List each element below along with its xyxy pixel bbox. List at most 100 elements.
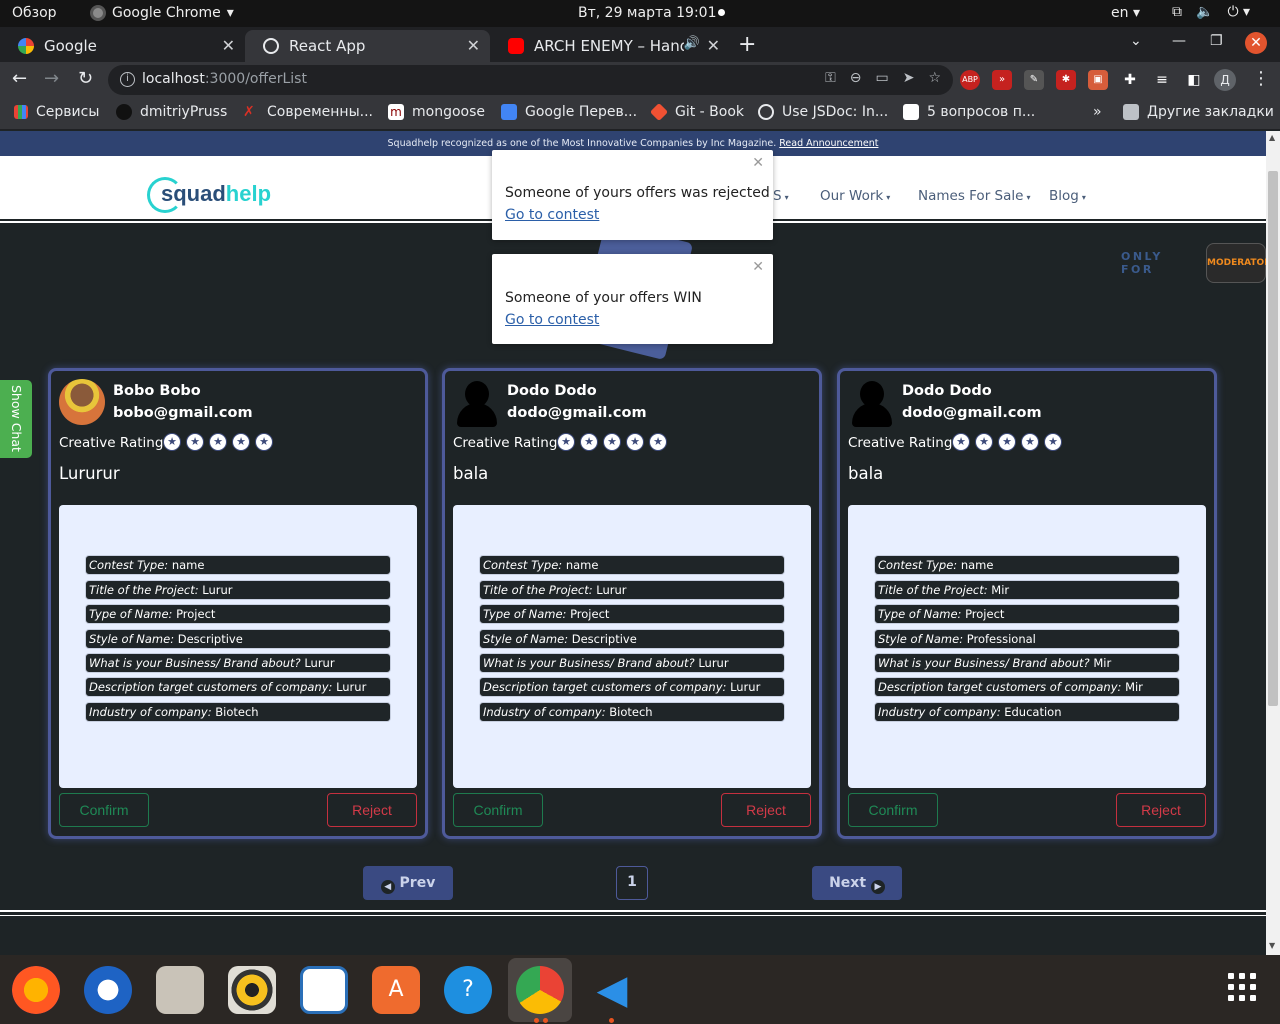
close-icon[interactable]: ✕ bbox=[707, 36, 720, 55]
clock[interactable]: Вт, 29 марта 19:01 bbox=[578, 5, 716, 21]
fast-forward-icon[interactable]: » bbox=[992, 70, 1012, 90]
nav-item-contests[interactable]: S ▾ bbox=[773, 188, 789, 204]
audio-playing-icon[interactable]: 🔊 bbox=[684, 36, 700, 51]
thunderbird-icon[interactable] bbox=[84, 966, 132, 1014]
tab-react-app[interactable]: React App ✕ bbox=[245, 30, 490, 62]
page-scrollbar[interactable]: ▲ ▼ bbox=[1266, 131, 1280, 955]
rating-stars[interactable]: ★ ★ ★ ★ ★ bbox=[557, 433, 667, 451]
info-icon[interactable]: i bbox=[120, 72, 135, 87]
tab-youtube[interactable]: ARCH ENEMY – Hands 🔊 ✕ bbox=[490, 30, 730, 62]
url-text[interactable]: localhost:3000/offerList bbox=[142, 71, 307, 87]
bookmark-mongoose[interactable]: m mongoose bbox=[388, 104, 485, 120]
bookmark-translate[interactable]: Google Перев... bbox=[501, 104, 637, 120]
close-icon[interactable]: ✕ bbox=[222, 36, 235, 55]
scrollbar-thumb[interactable] bbox=[1268, 171, 1278, 706]
star-icon[interactable]: ★ bbox=[580, 433, 598, 451]
star-icon[interactable]: ★ bbox=[1021, 433, 1039, 451]
star-icon[interactable]: ★ bbox=[255, 433, 273, 451]
confirm-button[interactable]: Confirm bbox=[59, 793, 149, 827]
close-icon[interactable]: ✕ bbox=[752, 259, 764, 275]
help-icon[interactable]: ? bbox=[444, 966, 492, 1014]
star-icon[interactable]: ★ bbox=[186, 433, 204, 451]
confirm-button[interactable]: Confirm bbox=[453, 793, 543, 827]
star-icon[interactable]: ★ bbox=[163, 433, 181, 451]
adblock-icon[interactable]: ABP bbox=[960, 70, 980, 90]
puzzle-icon[interactable]: ✚ bbox=[1120, 70, 1140, 90]
send-icon[interactable]: ➤ bbox=[903, 70, 915, 86]
zoom-icon[interactable]: ⊖ bbox=[850, 70, 862, 86]
new-tab-button[interactable]: + bbox=[738, 32, 756, 57]
media-icon[interactable]: ≡ bbox=[1152, 70, 1172, 90]
reload-button[interactable]: ↻ bbox=[78, 68, 93, 89]
star-icon[interactable]: ★ bbox=[557, 433, 575, 451]
star-icon[interactable]: ★ bbox=[232, 433, 250, 451]
go-to-contest-link[interactable]: Go to contest bbox=[505, 207, 599, 223]
sidepanel-icon[interactable]: ◧ bbox=[1184, 70, 1204, 90]
go-to-contest-link[interactable]: Go to contest bbox=[505, 312, 599, 328]
star-icon[interactable]: ★ bbox=[626, 433, 644, 451]
star-icon[interactable]: ★ bbox=[603, 433, 621, 451]
announcement-link[interactable]: Read Announcement bbox=[779, 138, 878, 149]
back-button[interactable]: ← bbox=[12, 68, 27, 89]
show-apps-icon[interactable] bbox=[1228, 973, 1256, 1001]
pen-icon[interactable]: ✎ bbox=[1024, 70, 1044, 90]
bug-icon[interactable]: ✱ bbox=[1056, 70, 1076, 90]
bookmark-apps[interactable]: Сервисы bbox=[14, 104, 99, 120]
profile-avatar[interactable]: Д bbox=[1214, 69, 1236, 91]
bookmark-other[interactable]: Другие закладки bbox=[1123, 104, 1274, 120]
star-icon[interactable]: ★ bbox=[998, 433, 1016, 451]
next-button[interactable]: Next ▶ bbox=[812, 866, 902, 900]
minimize-button[interactable]: — bbox=[1172, 33, 1186, 49]
nav-item-names-for-sale[interactable]: Names For Sale ▾ bbox=[918, 188, 1030, 204]
close-icon[interactable]: ✕ bbox=[467, 36, 480, 55]
writer-icon[interactable] bbox=[300, 966, 348, 1014]
nav-item-blog[interactable]: Blog ▾ bbox=[1049, 188, 1086, 204]
nav-item-our-work[interactable]: Our Work ▾ bbox=[820, 188, 890, 204]
reject-button[interactable]: Reject bbox=[721, 793, 811, 827]
star-icon[interactable]: ★ bbox=[952, 433, 970, 451]
bookmark-questions[interactable]: 5 вопросов п... bbox=[903, 104, 1035, 120]
rating-stars[interactable]: ★ ★ ★ ★ ★ bbox=[163, 433, 273, 451]
forward-button[interactable]: → bbox=[44, 68, 59, 89]
chrome-icon[interactable] bbox=[516, 966, 564, 1014]
card-icon[interactable]: ▭ bbox=[875, 70, 888, 86]
close-window-button[interactable]: ✕ bbox=[1245, 32, 1267, 54]
address-bar[interactable]: i localhost:3000/offerList ⚿ ⊖ ▭ ➤ ☆ bbox=[108, 65, 953, 95]
extension-icon[interactable]: ▣ bbox=[1088, 70, 1108, 90]
firefox-icon[interactable] bbox=[12, 966, 60, 1014]
bookmark-modern[interactable]: ✗ Современны... bbox=[243, 104, 373, 120]
language-indicator[interactable]: en ▾ bbox=[1111, 5, 1140, 21]
maximize-button[interactable]: ❐ bbox=[1210, 33, 1223, 49]
star-icon[interactable]: ★ bbox=[209, 433, 227, 451]
star-icon[interactable]: ★ bbox=[649, 433, 667, 451]
reject-button[interactable]: Reject bbox=[327, 793, 417, 827]
more-menu-icon[interactable]: ⋮ bbox=[1252, 68, 1270, 89]
show-chat-button[interactable]: Show Chat bbox=[0, 380, 32, 458]
vscode-icon[interactable]: ◀ bbox=[588, 966, 636, 1014]
app-menu[interactable]: Google Chrome ▾ bbox=[90, 5, 234, 21]
app-store-icon[interactable]: A bbox=[372, 966, 420, 1014]
key-icon[interactable]: ⚿ bbox=[825, 70, 836, 86]
page-number[interactable]: 1 bbox=[616, 866, 648, 900]
rating-stars[interactable]: ★ ★ ★ ★ ★ bbox=[952, 433, 1062, 451]
star-icon[interactable]: ☆ bbox=[928, 70, 941, 86]
activities-button[interactable]: Обзор bbox=[12, 5, 57, 21]
system-tray[interactable]: ⧉ 🔈 ⏻ ▾ bbox=[1172, 4, 1250, 20]
tab-google[interactable]: Google ✕ bbox=[0, 30, 245, 62]
files-icon[interactable] bbox=[156, 966, 204, 1014]
prev-button[interactable]: ◀ Prev bbox=[363, 866, 453, 900]
reject-button[interactable]: Reject bbox=[1116, 793, 1206, 827]
bookmark-gitbook[interactable]: Git - Book bbox=[649, 102, 744, 122]
squadhelp-logo[interactable]: squad help bbox=[147, 173, 271, 215]
scroll-up-icon[interactable]: ▲ bbox=[1269, 133, 1275, 142]
scroll-down-icon[interactable]: ▼ bbox=[1269, 941, 1275, 950]
rhythmbox-icon[interactable] bbox=[228, 966, 276, 1014]
bookmark-github[interactable]: dmitriyPruss bbox=[116, 104, 227, 120]
tab-search-icon[interactable]: ⌄ bbox=[1130, 33, 1142, 49]
bookmarks-overflow[interactable]: » bbox=[1093, 104, 1102, 120]
confirm-button[interactable]: Confirm bbox=[848, 793, 938, 827]
close-icon[interactable]: ✕ bbox=[752, 155, 764, 171]
star-icon[interactable]: ★ bbox=[975, 433, 993, 451]
bookmark-jsdoc[interactable]: Use JSDoc: In... bbox=[758, 104, 888, 120]
star-icon[interactable]: ★ bbox=[1044, 433, 1062, 451]
